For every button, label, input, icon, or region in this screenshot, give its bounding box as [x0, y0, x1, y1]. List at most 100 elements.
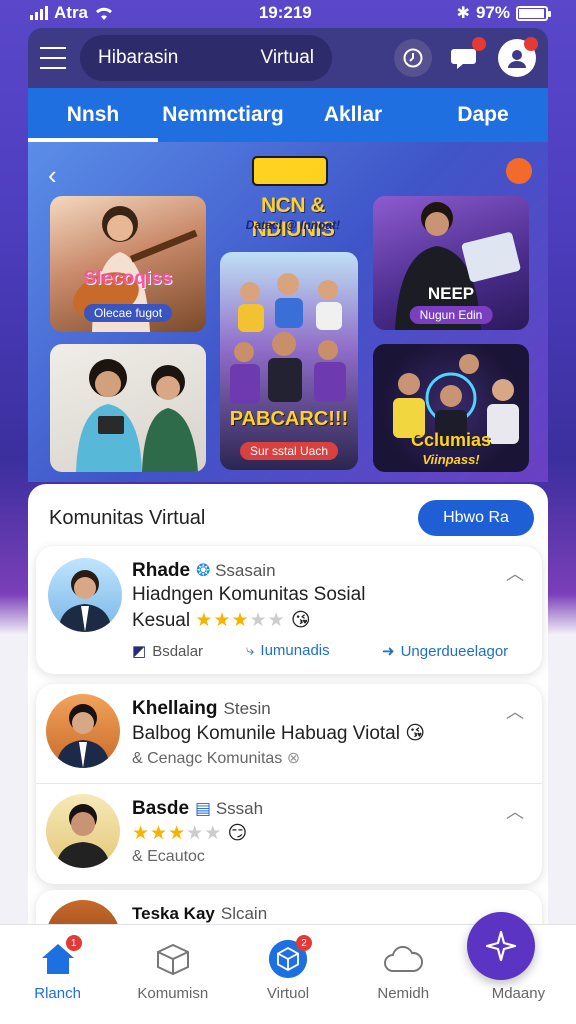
author-name: Teska Kay [132, 904, 215, 923]
nav-badge: 1 [65, 935, 82, 951]
tab-nemmctiarg[interactable]: Nemmctiarg [158, 88, 288, 142]
post-card[interactable]: Basde ▤ Sssah ★★★★★ 😏 & Ecautoc ︿ [36, 784, 542, 884]
profile-badge [524, 37, 538, 51]
avatar[interactable] [46, 794, 120, 868]
post-author[interactable]: Basde ▤ Sssah [132, 798, 263, 820]
tab-label: Nemmctiarg [162, 103, 284, 126]
star-icon: ★ [150, 823, 169, 844]
nav-label: Rlanch [34, 985, 81, 1002]
post-meta: & Cenagc Komunitas ⊗ [132, 748, 300, 768]
emoji-icon: 😘 [405, 723, 426, 744]
post-text: Hiadngen Komunitas Sosial [132, 584, 366, 605]
action-bsdalar[interactable]: ◩ Bsdalar [132, 642, 203, 661]
box-icon [153, 939, 193, 979]
banner-subtitle: Datacl @ Innoat! [245, 218, 341, 232]
nav-label: Virtuol [266, 985, 310, 1002]
status-right: ✱ 97% [456, 3, 551, 23]
post-card[interactable]: Rhade ❂ Ssasain Hiadngen Komunitas Sosial… [36, 546, 542, 674]
clock: 19:219 [258, 3, 312, 22]
clock-button[interactable] [394, 39, 432, 77]
rating-stars: ★★★★★ [195, 610, 285, 631]
post-rating-row: Kesual ★★★★★ 😘 [132, 609, 311, 632]
post-author[interactable]: Rhade ❂ Ssasain [132, 560, 276, 582]
card-caption: Sur sstal Uach [239, 442, 339, 460]
wifi-icon [96, 7, 113, 20]
collapse-icon[interactable]: ︿ [506, 698, 524, 724]
friends-image [76, 359, 198, 472]
battery-percent: 97% [475, 3, 510, 22]
close-circle-icon[interactable]: ⊗ [287, 750, 300, 767]
author-tag: ▤ Sssah [195, 799, 263, 818]
sheet-title: Komunitas Virtual [49, 506, 206, 529]
post-author[interactable]: Khellaing Stesin [132, 698, 271, 720]
rating-stars: ★★★★★ [132, 823, 222, 844]
banner-card-party[interactable]: Cclumias Viinpass! [373, 344, 529, 472]
verified-icon: ❂ [196, 561, 211, 580]
signal-icon [30, 6, 48, 20]
collapse-icon[interactable]: ︿ [506, 798, 524, 824]
author-tag: Stesin [223, 699, 271, 718]
nav-item-nemidh[interactable]: Nemidh [346, 925, 461, 1024]
avatar-man-image [56, 804, 110, 868]
profile-icon [508, 50, 526, 68]
post-text-content: Balbog Komunile Habuag Viotal [132, 723, 400, 744]
top-bar: Hibarasin Virtual [28, 28, 548, 88]
author-tag: Slcain [220, 904, 268, 923]
author-tag-text: Ssasain [215, 561, 276, 580]
arrow-right-icon: ➜ [382, 643, 395, 660]
card-caption: Nugun Edin [409, 306, 493, 324]
star-icon: ★ [195, 610, 214, 631]
star-icon: ★ [249, 610, 268, 631]
banner-card-friends[interactable] [50, 344, 206, 472]
card-title: Cclumias [410, 430, 492, 450]
nav-item-rlanch[interactable]: 1 Rlanch [0, 925, 115, 1024]
banner-logo [252, 156, 328, 186]
bluetooth-icon: ✱ [456, 5, 470, 22]
card-title: NEEP [427, 284, 475, 303]
action-label: Ungerdueelagor [400, 642, 509, 660]
banner-card-guitar[interactable]: Slecoqiss Olecae fugot [50, 196, 206, 332]
hamburger-menu-icon[interactable] [40, 47, 66, 69]
banner-card-group[interactable]: PABCARC!!! Sur sstal Uach [220, 252, 358, 470]
top-icons [394, 37, 538, 77]
author-tag: ❂ Ssasain [196, 561, 275, 580]
banner-card-tablet[interactable]: NEEP Nugun Edin [373, 196, 529, 330]
post-rating-row: ★★★★★ 😏 [132, 822, 247, 845]
search-bar[interactable]: Hibarasin Virtual [80, 35, 332, 81]
card-caption: Viinpass! [422, 452, 480, 467]
star-icon: ★ [213, 610, 232, 631]
tab-bar: Nnsh Nemmctiarg Akllar Dape [28, 88, 548, 142]
action-iumunadis[interactable]: ⤷ Iumunadis [246, 642, 330, 659]
action-ungerdueelagor[interactable]: ➜ Ungerdueelagor [382, 642, 509, 661]
tab-akllar[interactable]: Akllar [288, 88, 418, 142]
author-name: Rhade [132, 560, 191, 581]
profile-button[interactable] [498, 37, 538, 77]
group-photo-image [230, 273, 346, 404]
star-icon: ★ [132, 823, 151, 844]
tab-nnsh[interactable]: Nnsh [28, 88, 158, 142]
banner-prev-icon[interactable]: ‹ [48, 160, 57, 191]
nav-label: Nemidh [377, 985, 430, 1002]
post-author[interactable]: Teska Kay Slcain [132, 904, 267, 924]
sheet-action-button[interactable]: Hbwo Ra [418, 500, 534, 536]
chat-button[interactable] [446, 37, 486, 77]
avatar[interactable] [46, 694, 120, 768]
collapse-icon[interactable]: ︿ [506, 560, 524, 586]
nav-item-komumisn[interactable]: Komumisn [115, 925, 230, 1024]
avatar-man-image [56, 704, 110, 768]
status-bar: Atra 19:219 ✱ 97% [0, 0, 576, 26]
author-name: Basde [132, 798, 190, 819]
star-icon: ★ [267, 610, 286, 631]
compose-fab-button[interactable] [467, 912, 535, 980]
action-label: Iumunadis [260, 642, 330, 659]
tab-label: Nnsh [66, 103, 120, 126]
promo-banner[interactable]: ‹ NCN & NDIUNIS Datacl @ Innoat! Slecoqi… [28, 142, 548, 482]
avatar[interactable] [48, 558, 122, 632]
banner-share-icon[interactable] [506, 158, 532, 184]
star-icon: ★ [231, 610, 250, 631]
card-title: Slecoqiss [83, 268, 173, 289]
tab-dape[interactable]: Dape [418, 88, 548, 142]
battery-icon [515, 5, 551, 21]
nav-item-virtuol[interactable]: 2 Virtuol [230, 925, 345, 1024]
post-card[interactable]: Khellaing Stesin Balbog Komunile Habuag V… [36, 684, 542, 784]
